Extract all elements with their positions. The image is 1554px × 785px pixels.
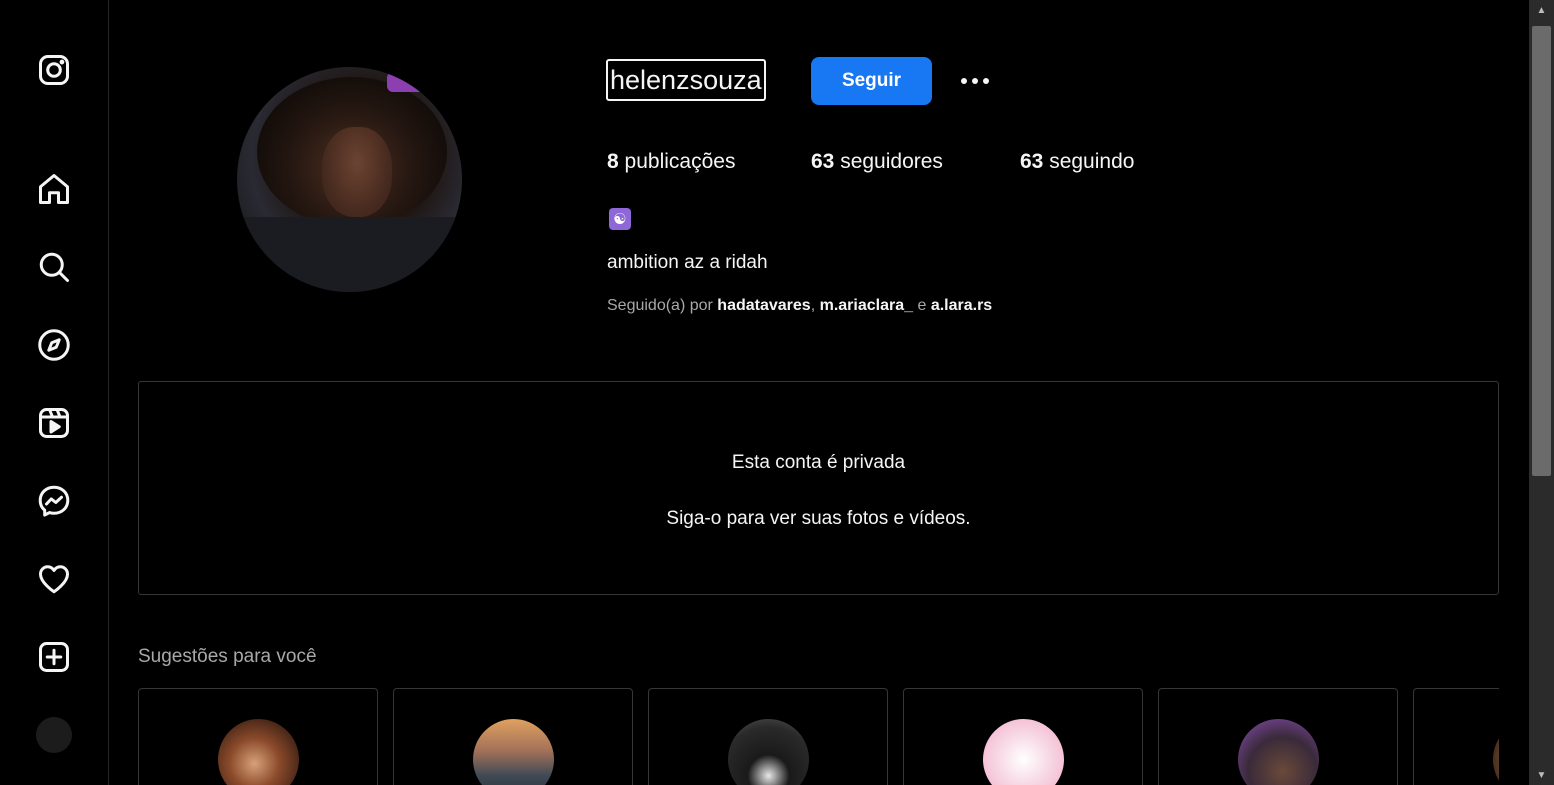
profile-bio: ambition az a ridah: [607, 252, 768, 273]
scroll-down-arrow-icon[interactable]: ▼: [1529, 765, 1554, 785]
followed-by[interactable]: Seguido(a) por hadatavares, m.ariaclara_…: [607, 297, 992, 315]
profile-picture-accent: [387, 72, 427, 92]
followed-by-user[interactable]: m.ariaclara_: [820, 297, 913, 314]
suggestions-title: Sugestões para você: [138, 646, 317, 667]
stat-following[interactable]: 63 seguindo: [1020, 148, 1134, 176]
suggestion-avatar[interactable]: [1238, 719, 1319, 785]
suggestion-avatar[interactable]: [473, 719, 554, 785]
stat-followers-count: 63: [811, 150, 835, 173]
reels-icon[interactable]: [34, 403, 74, 443]
instagram-logo-icon[interactable]: [34, 50, 74, 90]
followed-by-user[interactable]: a.lara.rs: [931, 297, 992, 314]
profile-picture-shirt: [237, 217, 462, 292]
home-icon[interactable]: [34, 169, 74, 209]
stat-following-label: seguindo: [1049, 150, 1135, 173]
bio-yin-yang-emoji: ☯: [609, 208, 631, 230]
private-notice-subtitle: Siga-o para ver suas fotos e vídeos.: [666, 508, 971, 529]
profile-avatar[interactable]: [36, 717, 72, 753]
create-plus-icon[interactable]: [34, 637, 74, 677]
main-content: helenzsouza Seguir 8 publicações 63 segu…: [109, 0, 1529, 785]
stat-posts: 8 publicações: [607, 148, 735, 176]
suggestions-carousel: [138, 688, 1499, 785]
stat-following-count: 63: [1020, 150, 1044, 173]
follow-button[interactable]: Seguir: [811, 57, 932, 105]
heart-icon[interactable]: [34, 559, 74, 599]
messenger-icon[interactable]: [34, 481, 74, 521]
suggestion-avatar[interactable]: [983, 719, 1064, 785]
more-options-icon[interactable]: [957, 66, 993, 96]
followed-by-prefix: Seguido(a) por: [607, 297, 713, 314]
suggestion-card[interactable]: [138, 688, 378, 785]
stat-followers[interactable]: 63 seguidores: [811, 148, 943, 176]
profile-picture-face: [322, 127, 392, 217]
followed-by-sep: ,: [810, 297, 816, 314]
profile-picture[interactable]: [237, 67, 462, 292]
search-icon[interactable]: [34, 247, 74, 287]
suggestion-card[interactable]: [393, 688, 633, 785]
suggestion-card[interactable]: [903, 688, 1143, 785]
page-scrollbar[interactable]: ▲ ▼: [1529, 0, 1554, 785]
profile-username[interactable]: helenzsouza: [606, 59, 766, 101]
explore-compass-icon[interactable]: [34, 325, 74, 365]
stat-posts-label: publicações: [624, 150, 736, 173]
suggestion-card[interactable]: [648, 688, 888, 785]
stat-followers-label: seguidores: [840, 150, 943, 173]
suggestion-avatar[interactable]: [728, 719, 809, 785]
suggestion-avatar[interactable]: [218, 719, 299, 785]
scroll-up-arrow-icon[interactable]: ▲: [1529, 0, 1554, 20]
followed-by-and: e: [917, 297, 927, 314]
private-account-notice: Esta conta é privada Siga-o para ver sua…: [138, 381, 1499, 595]
suggestion-card[interactable]: [1158, 688, 1398, 785]
suggestion-avatar[interactable]: [1493, 719, 1499, 785]
sidebar: [0, 0, 109, 785]
suggestion-card[interactable]: [1413, 688, 1499, 785]
followed-by-user[interactable]: hadatavares: [717, 297, 810, 314]
stat-posts-count: 8: [607, 150, 619, 173]
private-notice-title: Esta conta é privada: [731, 452, 906, 473]
scroll-thumb[interactable]: [1532, 26, 1551, 476]
